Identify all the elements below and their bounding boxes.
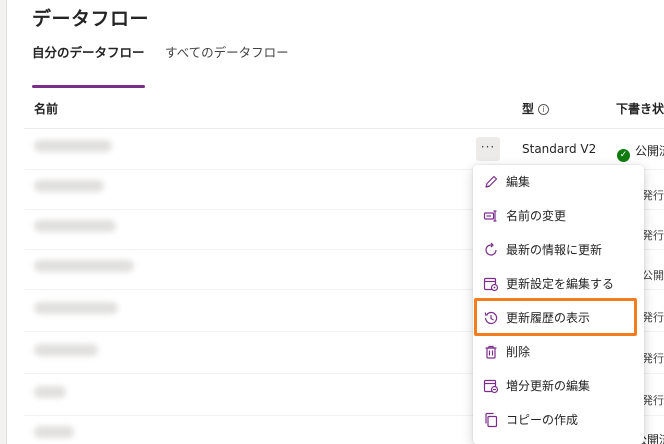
blurred-dataflow-name — [34, 140, 112, 152]
status-peek: 発行 — [642, 311, 664, 324]
info-icon[interactable]: i — [538, 104, 550, 115]
menu-item-label: 名前の変更 — [506, 209, 567, 223]
tab-all-dataflows[interactable]: すべてのデータフロー — [165, 44, 289, 74]
blurred-dataflow-name — [34, 386, 66, 398]
status-peek: 公開 — [642, 269, 664, 282]
blurred-dataflow-name — [34, 426, 74, 438]
menu-item-refresh[interactable]: 最新の情報に更新 — [473, 233, 644, 267]
blurred-dataflow-name — [34, 180, 104, 192]
blurred-dataflow-name — [34, 302, 118, 314]
blurred-dataflow-name — [34, 220, 116, 232]
header-divider — [24, 128, 664, 129]
column-header-name[interactable]: 名前 — [34, 100, 58, 117]
blurred-dataflow-name — [34, 344, 98, 356]
copy-icon — [485, 412, 498, 428]
menu-item-edit[interactable]: 編集 — [473, 165, 644, 199]
checkmark-icon: ✓ — [617, 149, 630, 162]
calendar-settings-icon — [483, 277, 499, 292]
menu-item-delete[interactable]: 削除 — [473, 335, 644, 369]
menu-item-make-copy[interactable]: コピーの作成 — [473, 403, 644, 437]
tab-label: 自分のデータフロー — [32, 45, 145, 60]
dataflow-type: Standard V2 — [522, 142, 597, 156]
status-peek: 発行 — [642, 394, 664, 407]
menu-item-label: コピーの作成 — [506, 413, 579, 427]
rename-icon — [483, 210, 497, 222]
status-peek: 発行 — [642, 229, 664, 242]
tab-active-indicator — [32, 85, 145, 88]
status-peek: 発行 — [642, 352, 664, 365]
more-options-button[interactable]: ··· — [476, 137, 500, 161]
menu-item-rename[interactable]: 名前の変更 — [473, 199, 644, 233]
status-published: ✓公開済 — [617, 142, 664, 162]
menu-item-label: 増分更新の編集 — [506, 379, 591, 393]
left-frame-edge — [0, 0, 7, 444]
menu-item-label: 削除 — [506, 345, 531, 359]
highlight-box — [474, 298, 637, 336]
menu-item-edit-incremental-refresh[interactable]: 増分更新の編集 — [473, 369, 644, 403]
blurred-dataflow-name — [34, 260, 134, 272]
page-title: データフロー — [32, 8, 150, 30]
status-peek: 発行 — [642, 189, 664, 202]
column-header-status[interactable]: 下書き状 — [616, 100, 664, 117]
menu-item-label: 更新設定を編集する — [506, 277, 615, 291]
pencil-icon — [485, 175, 498, 188]
menu-item-edit-refresh-settings[interactable]: 更新設定を編集する — [473, 267, 644, 301]
calendar-edit-icon — [483, 379, 499, 394]
menu-item-label: 編集 — [506, 175, 531, 189]
column-header-type[interactable]: 型i — [522, 100, 550, 117]
tab-label: すべてのデータフロー — [165, 45, 289, 60]
trash-icon — [485, 345, 497, 359]
menu-item-label: 最新の情報に更新 — [506, 243, 603, 257]
tab-my-dataflows[interactable]: 自分のデータフロー — [32, 44, 145, 88]
refresh-icon — [485, 242, 497, 256]
